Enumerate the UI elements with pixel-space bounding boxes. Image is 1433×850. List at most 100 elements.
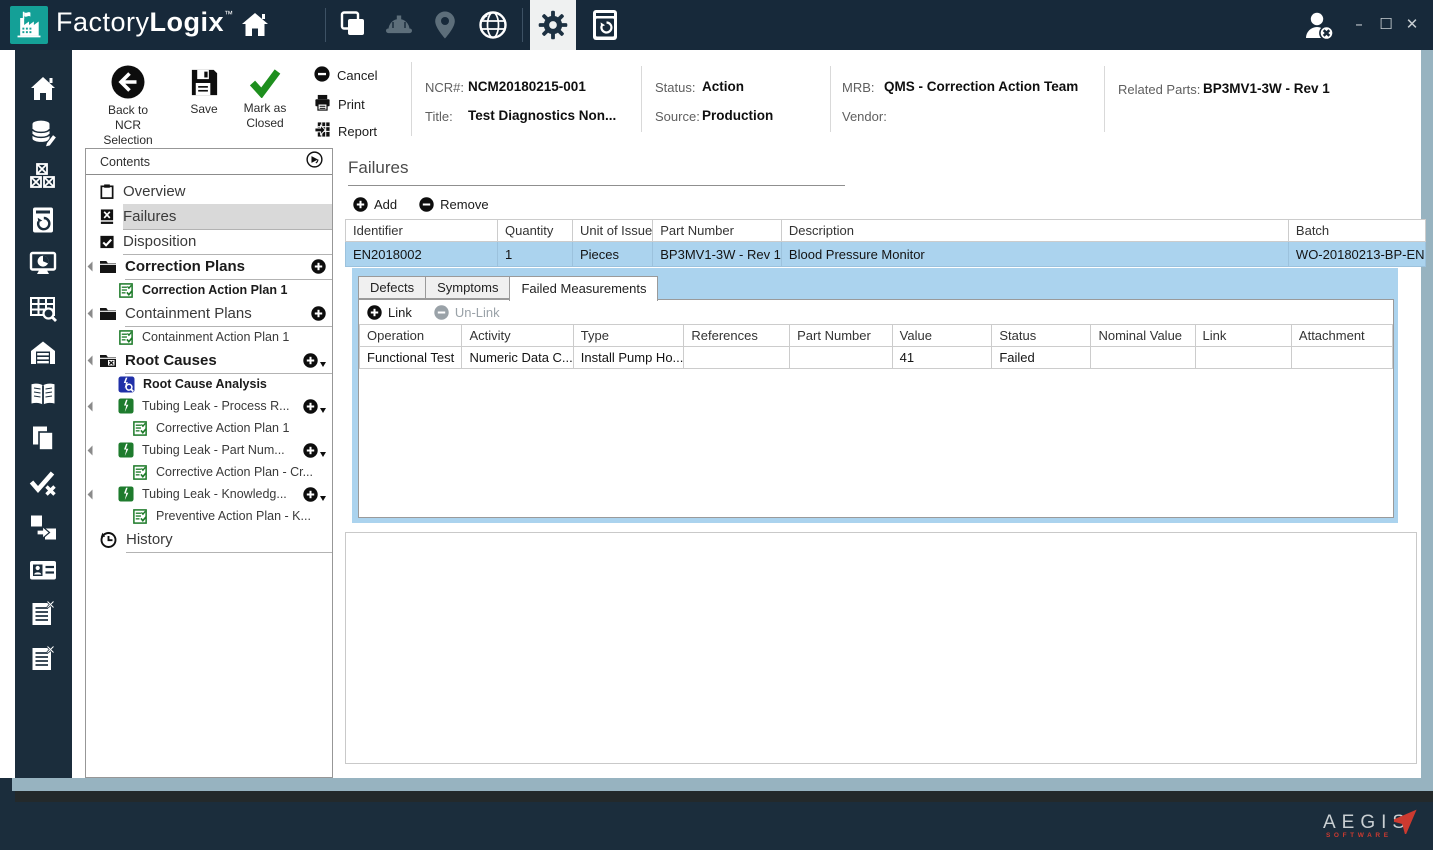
add-options-caret-icon[interactable] [320, 362, 326, 367]
user-logout-icon[interactable] [1303, 10, 1337, 42]
ncr-value: NCM20180215-001 [468, 79, 586, 94]
tree-item-correction-action-plan-1[interactable]: Correction Action Plan 1 [86, 279, 332, 301]
tree-item-containment-plans[interactable]: Containment Plans [86, 301, 332, 326]
close-button[interactable]: ✕ [1402, 16, 1422, 32]
status-value: Action [702, 79, 744, 94]
column-header[interactable]: Quantity [498, 220, 573, 242]
tree-expander-icon[interactable] [86, 491, 99, 498]
crates-icon[interactable] [26, 159, 60, 193]
checklist-icon [132, 464, 148, 481]
column-header[interactable]: Activity [462, 325, 573, 347]
copy-documents-icon[interactable] [26, 421, 60, 455]
hardhat-icon[interactable] [382, 9, 416, 41]
column-header[interactable]: Status [992, 325, 1091, 347]
link-measurement-button[interactable]: Link [367, 305, 412, 320]
tree-item-history[interactable]: History [86, 527, 332, 552]
add-child-icon[interactable] [303, 353, 318, 368]
column-header[interactable]: Unit of Issue [573, 220, 653, 242]
check-x-icon[interactable] [26, 466, 60, 500]
add-options-caret-icon[interactable] [320, 408, 326, 413]
tree-item-disposition[interactable]: Disposition [86, 229, 332, 254]
tree-item-root-cause-analysis[interactable]: Root Cause Analysis [86, 373, 332, 395]
tree-item-root-causes[interactable]: Root Causes [86, 348, 332, 373]
factorylogix-window: FactoryLogix™ [0, 0, 1433, 850]
location-pin-icon[interactable] [428, 9, 462, 41]
tree-item-overview[interactable]: Overview [86, 179, 332, 204]
transfer-icon[interactable] [26, 510, 60, 544]
add-options-caret-icon[interactable] [320, 452, 326, 457]
tree-item-containment-action-plan-1[interactable]: Containment Action Plan 1 [86, 326, 332, 348]
measurement-row[interactable]: Functional TestNumeric Data C...Install … [360, 347, 1393, 369]
tree-item-preventive-action-plan-k[interactable]: Preventive Action Plan - K... [86, 505, 332, 527]
column-header[interactable]: Part Number [790, 325, 893, 347]
save-button[interactable]: Save [183, 66, 225, 117]
tree-expander-icon[interactable] [86, 357, 99, 364]
column-header[interactable]: Batch [1288, 220, 1425, 242]
add-child-icon[interactable] [311, 259, 326, 274]
list-remove-icon[interactable] [26, 597, 60, 631]
tree-expander-icon[interactable] [86, 263, 99, 270]
tree-item-failures[interactable]: Failures [86, 204, 332, 229]
failures-table[interactable]: IdentifierQuantityUnit of IssuePart Numb… [345, 219, 1426, 267]
tree-item-corrective-action-plan-cr[interactable]: Corrective Action Plan - Cr... [86, 461, 332, 483]
column-header[interactable]: Nominal Value [1091, 325, 1195, 347]
report-button[interactable]: Report [314, 121, 377, 141]
documents-icon[interactable] [336, 9, 370, 41]
column-header[interactable]: Type [573, 325, 684, 347]
column-header[interactable]: Part Number [653, 220, 782, 242]
tree-item-correction-plans[interactable]: Correction Plans [86, 254, 332, 279]
add-child-icon[interactable] [311, 306, 326, 321]
column-header[interactable]: Identifier [346, 220, 498, 242]
tree-item-tubing-leak-process-r[interactable]: Tubing Leak - Process R... [86, 395, 332, 417]
tree-expander-icon[interactable] [86, 310, 99, 317]
failure-cell: EN2018002 [346, 242, 498, 267]
tab-defects[interactable]: Defects [358, 276, 425, 299]
cancel-button[interactable]: Cancel [314, 66, 377, 85]
column-header[interactable]: Attachment [1291, 325, 1392, 347]
tree-expander-icon[interactable] [86, 447, 99, 454]
id-card-icon[interactable] [26, 553, 60, 587]
list-remove-alt-icon[interactable] [26, 642, 60, 676]
settings-gear-icon[interactable] [530, 0, 576, 50]
column-header[interactable]: Value [892, 325, 992, 347]
print-button[interactable]: Print [314, 94, 365, 114]
globe-icon[interactable] [476, 9, 510, 41]
measurements-table[interactable]: OperationActivityTypeReferencesPart Numb… [359, 324, 1393, 369]
column-header[interactable]: Operation [360, 325, 462, 347]
window-frame-bottom [12, 778, 1433, 791]
tab-symptoms[interactable]: Symptoms [425, 276, 509, 299]
remove-failure-button[interactable]: Remove [419, 197, 488, 212]
tree-item-label: Tubing Leak - Part Num... [142, 443, 303, 457]
document-restore-icon[interactable] [26, 203, 60, 237]
unlink-measurement-button[interactable]: Un-Link [434, 305, 500, 320]
tree-item-corrective-action-plan-1[interactable]: Corrective Action Plan 1 [86, 417, 332, 439]
add-failure-button[interactable]: Add [353, 197, 397, 212]
table-search-icon[interactable] [26, 292, 60, 326]
minimize-button[interactable]: – [1349, 16, 1369, 32]
add-child-icon[interactable] [303, 399, 318, 414]
book-icon[interactable] [26, 377, 60, 411]
add-options-caret-icon[interactable] [320, 496, 326, 501]
home-icon[interactable] [26, 72, 60, 106]
tree-expander-icon[interactable] [86, 403, 99, 410]
collapse-all-icon[interactable] [306, 151, 323, 173]
folder-icon [99, 306, 117, 321]
monitor-chart-icon[interactable] [26, 247, 60, 281]
failure-row[interactable]: EN20180021PiecesBP3MV1-3W - Rev 1Blood P… [346, 242, 1426, 267]
column-header[interactable]: Link [1195, 325, 1291, 347]
back-to-ncr-selection-button[interactable]: Back to NCR Selection [90, 64, 166, 148]
tree-item-tubing-leak-knowledg[interactable]: Tubing Leak - Knowledg... [86, 483, 332, 505]
home-icon[interactable] [238, 9, 272, 41]
mark-as-closed-button[interactable]: Mark as Closed [236, 68, 294, 131]
column-header[interactable]: References [684, 325, 790, 347]
warehouse-icon[interactable] [26, 336, 60, 370]
database-edit-icon[interactable] [26, 116, 60, 150]
add-child-icon[interactable] [303, 443, 318, 458]
tree-item-tubing-leak-part-num[interactable]: Tubing Leak - Part Num... [86, 439, 332, 461]
column-header[interactable]: Description [781, 220, 1288, 242]
add-child-icon[interactable] [303, 487, 318, 502]
data-restore-icon[interactable] [588, 9, 622, 41]
tab-failed-measurements[interactable]: Failed Measurements [509, 276, 658, 301]
titlebar: FactoryLogix™ [0, 0, 1433, 50]
maximize-button[interactable]: ☐ [1376, 16, 1396, 32]
